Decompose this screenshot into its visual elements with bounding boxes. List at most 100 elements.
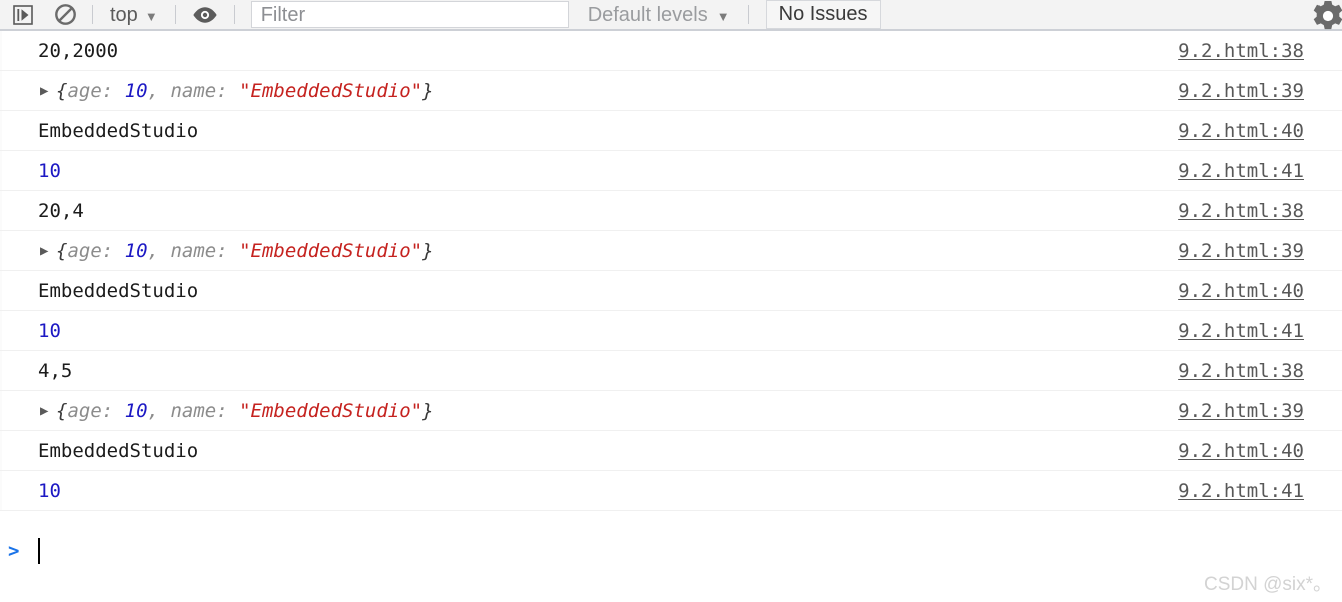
source-link[interactable]: 9.2.html:39	[1178, 400, 1304, 422]
row-left-edge	[0, 191, 2, 230]
object-value-name: "EmbeddedStudio"	[239, 79, 423, 102]
chevron-down-icon: ▼	[716, 8, 730, 24]
source-location: 9.2.html:41	[1178, 311, 1304, 350]
live-expression-eye-icon[interactable]	[191, 1, 219, 29]
console-message-row[interactable]: ▶{age: 10, name: "EmbeddedStudio"} 9.2.ht…	[0, 231, 1342, 271]
source-link[interactable]: 9.2.html:38	[1178, 40, 1304, 62]
no-issues-button[interactable]: No Issues	[765, 0, 881, 29]
filter-input[interactable]: Filter	[250, 1, 569, 28]
object-value-age: 10	[124, 399, 148, 422]
source-link[interactable]: 9.2.html:39	[1178, 80, 1304, 102]
gear-icon	[1313, 1, 1342, 30]
console-message-text: EmbeddedStudio	[38, 111, 198, 150]
source-link[interactable]: 9.2.html:40	[1178, 440, 1304, 462]
disclosure-triangle-icon[interactable]: ▶	[40, 244, 56, 258]
resume-script-icon[interactable]	[8, 1, 38, 29]
object-separator: ,	[147, 239, 171, 262]
row-left-edge	[0, 311, 2, 350]
console-message-row[interactable]: ▶{age: 10, name: "EmbeddedStudio"} 9.2.ht…	[0, 71, 1342, 111]
object-separator: ,	[147, 399, 171, 422]
source-link[interactable]: 9.2.html:41	[1178, 480, 1304, 502]
console-message-text: 10	[38, 311, 61, 350]
console-message-row[interactable]: 20,2000 9.2.html:38	[0, 31, 1342, 71]
source-link[interactable]: 9.2.html:38	[1178, 200, 1304, 222]
row-left-edge	[0, 431, 2, 470]
object-open-brace: {	[56, 79, 68, 102]
source-location: 9.2.html:40	[1178, 111, 1304, 150]
source-location: 9.2.html:40	[1178, 271, 1304, 310]
console-value-text: 4,5	[38, 359, 73, 382]
source-location: 9.2.html:40	[1178, 431, 1304, 470]
row-left-edge	[0, 391, 2, 430]
source-link[interactable]: 9.2.html:39	[1178, 240, 1304, 262]
object-key-age: age:	[67, 399, 125, 422]
console-value-number: 10	[38, 479, 61, 502]
object-key-name: name:	[170, 79, 240, 102]
source-location: 9.2.html:39	[1178, 391, 1304, 430]
log-levels-label: Default levels	[587, 3, 708, 26]
source-location: 9.2.html:39	[1178, 71, 1304, 110]
source-location: 9.2.html:39	[1178, 231, 1304, 270]
row-left-edge	[0, 351, 2, 390]
console-message-row[interactable]: 10 9.2.html:41	[0, 151, 1342, 191]
console-value-number: 10	[38, 159, 61, 182]
source-link[interactable]: 9.2.html:40	[1178, 120, 1304, 142]
console-value-text: EmbeddedStudio	[38, 279, 199, 302]
source-location: 9.2.html:38	[1178, 191, 1304, 230]
object-close-brace: }	[422, 399, 434, 422]
console-value-number: 10	[38, 319, 61, 342]
log-levels-selector[interactable]: Default levels ▼	[588, 3, 730, 27]
execution-context-selector[interactable]: top ▼	[110, 3, 158, 27]
prompt-chevron-icon: >	[8, 540, 20, 562]
object-separator: ,	[147, 79, 171, 102]
source-link[interactable]: 9.2.html:38	[1178, 360, 1304, 382]
console-message-row[interactable]: 4,5 9.2.html:38	[0, 351, 1342, 391]
text-cursor-caret	[38, 538, 40, 564]
disclosure-triangle-icon[interactable]: ▶	[40, 404, 56, 418]
filter-placeholder: Filter	[260, 3, 306, 26]
console-message-text: ▶{age: 10, name: "EmbeddedStudio"}	[40, 71, 434, 110]
console-prompt-row[interactable]: >	[0, 531, 1342, 571]
console-message-text: ▶{age: 10, name: "EmbeddedStudio"}	[40, 391, 434, 430]
console-message-row[interactable]: 10 9.2.html:41	[0, 311, 1342, 351]
disclosure-triangle-icon[interactable]: ▶	[40, 84, 56, 98]
console-message-text: ▶{age: 10, name: "EmbeddedStudio"}	[40, 231, 434, 270]
object-value-age: 10	[124, 239, 148, 262]
console-value-text: EmbeddedStudio	[38, 119, 199, 142]
console-message-row[interactable]: EmbeddedStudio 9.2.html:40	[0, 431, 1342, 471]
source-location: 9.2.html:41	[1178, 471, 1304, 510]
console-message-text: EmbeddedStudio	[38, 271, 198, 310]
settings-button[interactable]	[1308, 1, 1342, 31]
console-toolbar: top ▼ Filter Default levels ▼ No Issues	[0, 0, 1342, 31]
row-left-edge	[0, 31, 2, 70]
source-link[interactable]: 9.2.html:41	[1178, 160, 1304, 182]
object-key-name: name:	[170, 239, 240, 262]
console-value-text: 20,2000	[38, 39, 119, 62]
object-close-brace: }	[422, 79, 434, 102]
source-location: 9.2.html:41	[1178, 151, 1304, 190]
console-message-text: 20,2000	[38, 31, 118, 70]
row-left-edge	[0, 151, 2, 190]
console-message-list[interactable]: 20,2000 9.2.html:38 ▶{age: 10, name: "Embe…	[0, 31, 1342, 511]
watermark: CSDN @six*。	[1203, 574, 1332, 595]
chevron-down-icon: ▼	[144, 8, 158, 24]
source-link[interactable]: 9.2.html:41	[1178, 320, 1304, 342]
object-value-name: "EmbeddedStudio"	[239, 399, 423, 422]
source-location: 9.2.html:38	[1178, 31, 1304, 70]
object-key-age: age:	[67, 239, 125, 262]
console-message-row[interactable]: EmbeddedStudio 9.2.html:40	[0, 271, 1342, 311]
console-message-row[interactable]: EmbeddedStudio 9.2.html:40	[0, 111, 1342, 151]
execution-context-label: top	[110, 3, 138, 26]
row-left-edge	[0, 271, 2, 310]
source-location: 9.2.html:38	[1178, 351, 1304, 390]
object-value-age: 10	[124, 79, 148, 102]
console-message-text: EmbeddedStudio	[38, 431, 198, 470]
console-message-row[interactable]: 10 9.2.html:41	[0, 471, 1342, 511]
console-message-row[interactable]: ▶{age: 10, name: "EmbeddedStudio"} 9.2.ht…	[0, 391, 1342, 431]
row-left-edge	[0, 231, 2, 270]
console-message-row[interactable]: 20,4 9.2.html:38	[0, 191, 1342, 231]
source-link[interactable]: 9.2.html:40	[1178, 280, 1304, 302]
console-prompt-input[interactable]	[38, 538, 1328, 564]
object-close-brace: }	[422, 239, 434, 262]
clear-console-icon[interactable]	[52, 1, 78, 29]
